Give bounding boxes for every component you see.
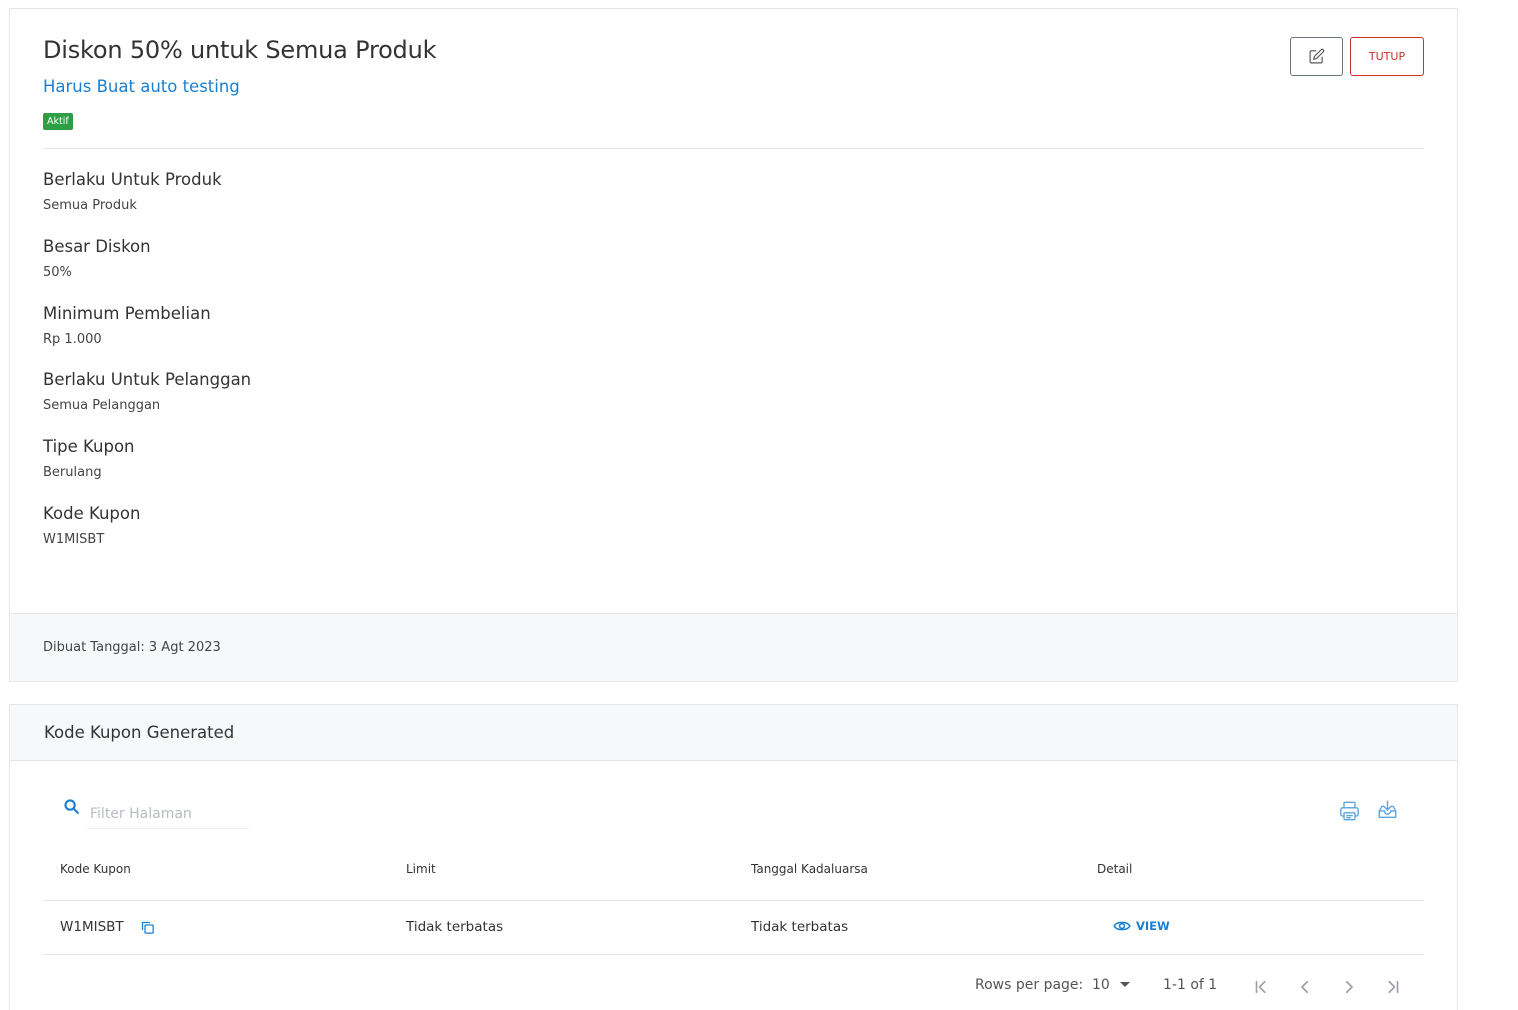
field-label: Besar Diskon bbox=[43, 237, 151, 256]
dropdown-arrow-icon bbox=[1119, 982, 1130, 987]
generated-codes-card: Kode Kupon Generated Kode Kupon Limit Ta… bbox=[9, 704, 1458, 1010]
cell-coupon-code: W1MISBT bbox=[60, 919, 124, 935]
field-applies-to-product: Berlaku Untuk Produk Semua Produk bbox=[43, 170, 222, 213]
header-row-divider bbox=[43, 900, 1424, 901]
rows-per-page-value: 10 bbox=[1092, 977, 1110, 993]
header-divider bbox=[43, 148, 1424, 149]
field-value: Rp 1.000 bbox=[43, 332, 102, 347]
search-input[interactable] bbox=[87, 799, 249, 829]
field-coupon-type: Tipe Kupon Berulang bbox=[43, 437, 135, 480]
first-page-button[interactable] bbox=[1249, 975, 1273, 999]
field-label: Minimum Pembelian bbox=[43, 304, 211, 323]
column-header-code[interactable]: Kode Kupon bbox=[60, 862, 131, 876]
column-header-detail[interactable]: Detail bbox=[1097, 862, 1132, 876]
last-page-icon bbox=[1388, 980, 1399, 994]
rows-per-page-select[interactable]: 10 bbox=[1092, 977, 1130, 993]
cell-limit: Tidak terbatas bbox=[406, 919, 504, 935]
view-button[interactable]: VIEW bbox=[1113, 919, 1170, 933]
field-value: Semua Pelanggan bbox=[43, 398, 161, 413]
eye-icon bbox=[1113, 921, 1131, 931]
card-footer: Dibuat Tanggal: 3 Agt 2023 bbox=[10, 613, 1457, 681]
field-label: Tipe Kupon bbox=[43, 437, 135, 456]
last-page-button[interactable] bbox=[1381, 975, 1405, 999]
prev-page-button[interactable] bbox=[1293, 975, 1317, 999]
status-badge: Aktif bbox=[43, 113, 73, 130]
edit-button[interactable] bbox=[1290, 37, 1343, 76]
field-label: Kode Kupon bbox=[43, 504, 141, 523]
print-icon[interactable] bbox=[1338, 800, 1361, 822]
page-title: Diskon 50% untuk Semua Produk bbox=[43, 36, 437, 64]
search-icon bbox=[64, 799, 79, 814]
section-title: Kode Kupon Generated bbox=[44, 723, 235, 742]
close-button[interactable]: TUTUP bbox=[1350, 37, 1424, 76]
view-label: VIEW bbox=[1136, 919, 1170, 933]
card-header: Kode Kupon Generated bbox=[10, 705, 1457, 761]
field-discount-amount: Besar Diskon 50% bbox=[43, 237, 151, 280]
cell-expiry: Tidak terbatas bbox=[751, 919, 849, 935]
prev-page-icon bbox=[1301, 980, 1309, 994]
column-header-expiry[interactable]: Tanggal Kadaluarsa bbox=[751, 862, 868, 876]
field-minimum-purchase: Minimum Pembelian Rp 1.000 bbox=[43, 304, 211, 347]
created-date: Dibuat Tanggal: 3 Agt 2023 bbox=[43, 640, 221, 655]
field-value: Semua Produk bbox=[43, 198, 137, 213]
next-page-button[interactable] bbox=[1337, 975, 1361, 999]
rows-per-page-label: Rows per page: bbox=[975, 977, 1084, 993]
coupon-detail-card: Diskon 50% untuk Semua Produk Harus Buat… bbox=[9, 8, 1458, 682]
field-value: Berulang bbox=[43, 465, 102, 480]
copy-icon[interactable] bbox=[140, 920, 155, 935]
column-header-limit[interactable]: Limit bbox=[406, 862, 436, 876]
pagination-range: 1-1 of 1 bbox=[1163, 977, 1218, 993]
field-value: W1MISBT bbox=[43, 532, 105, 547]
first-page-icon bbox=[1255, 980, 1266, 994]
field-label: Berlaku Untuk Produk bbox=[43, 170, 222, 189]
row-divider bbox=[43, 954, 1424, 955]
download-icon[interactable] bbox=[1376, 799, 1399, 821]
next-page-icon bbox=[1345, 980, 1353, 994]
field-applies-to-customer: Berlaku Untuk Pelanggan Semua Pelanggan bbox=[43, 370, 251, 413]
edit-icon bbox=[1309, 48, 1325, 64]
field-coupon-code: Kode Kupon W1MISBT bbox=[43, 504, 140, 547]
field-label: Berlaku Untuk Pelanggan bbox=[43, 370, 252, 389]
field-value: 50% bbox=[43, 265, 72, 280]
coupon-subtitle: Harus Buat auto testing bbox=[43, 77, 240, 96]
